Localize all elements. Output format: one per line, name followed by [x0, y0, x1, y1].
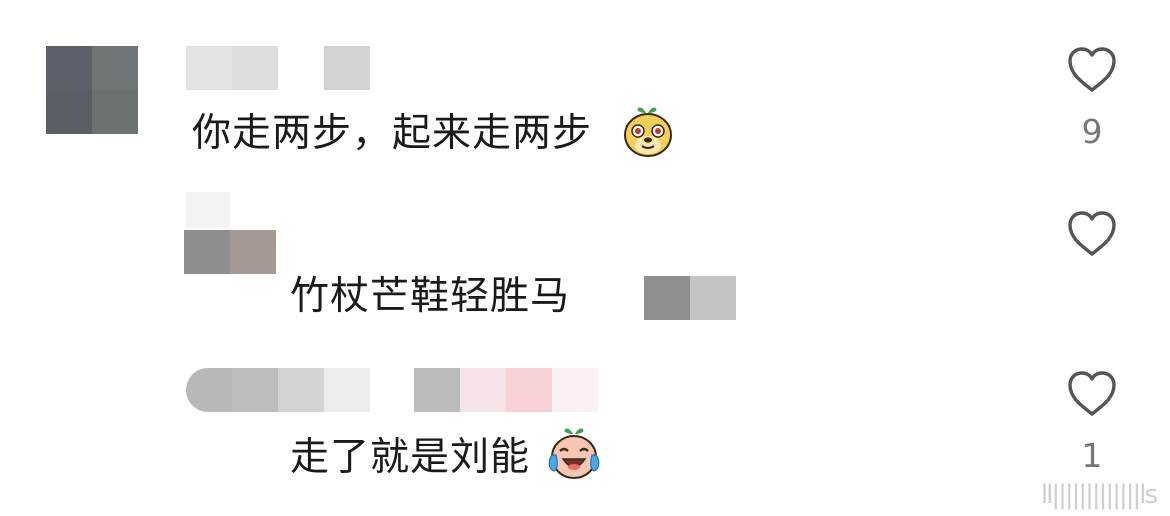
dog-face-emoji — [624, 107, 672, 157]
like-heart-icon[interactable] — [1066, 210, 1118, 258]
like-count: 1 — [1081, 436, 1103, 475]
reply-avatar[interactable] — [184, 230, 276, 274]
redacted-block — [644, 276, 736, 320]
like-heart-icon[interactable] — [1066, 370, 1118, 418]
comment-text: 竹杖芒鞋轻胜马 — [290, 274, 571, 319]
like-count: 9 — [1081, 112, 1103, 151]
crying-laughing-emoji — [548, 428, 600, 479]
like-heart-icon[interactable] — [1066, 46, 1118, 94]
reply-username-redacted[interactable] — [186, 368, 370, 412]
comment-text: 你走两步，起来走两步 — [192, 111, 593, 156]
reply-username-redacted[interactable] — [186, 192, 230, 228]
watermark: ll|||||||||||||ls — [1040, 480, 1158, 510]
comment-text: 走了就是刘能 — [290, 435, 531, 480]
reply-target-redacted[interactable] — [414, 368, 598, 412]
username-redacted[interactable] — [186, 46, 370, 90]
avatar[interactable] — [46, 46, 138, 134]
